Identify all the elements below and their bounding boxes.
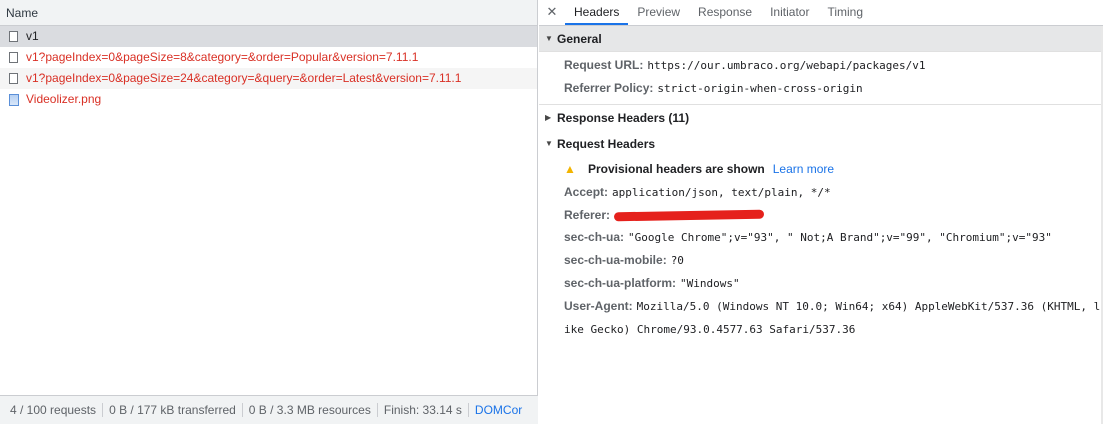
request-row-v1[interactable]: v1 (0, 26, 537, 47)
tab-preview[interactable]: Preview (628, 0, 689, 25)
request-name: Videolizer.png (26, 92, 102, 106)
general-section-title: General (557, 31, 602, 46)
header-key: Referrer Policy: (564, 81, 654, 95)
header-key: sec-ch-ua: (564, 230, 625, 244)
request-headers-toggle[interactable]: ▼ Request Headers (539, 131, 1103, 157)
triangle-right-icon: ▶ (545, 113, 552, 122)
triangle-down-icon: ▼ (545, 139, 553, 148)
sec-ch-ua-mobile-row: sec-ch-ua-mobile: ?0 (539, 249, 1103, 272)
request-details-pane: ✕ Headers Preview Response Initiator Tim… (539, 0, 1103, 424)
warning-text: Provisional headers are shown (588, 162, 765, 176)
provisional-headers-warning: ▲ Provisional headers are shown Learn mo… (539, 157, 1103, 181)
learn-more-link[interactable]: Learn more (773, 157, 834, 181)
document-icon (9, 73, 18, 84)
referrer-policy-row: Referrer Policy: strict-origin-when-cross… (539, 77, 1103, 100)
warning-icon: ▲ (564, 162, 576, 176)
sec-ch-ua-row: sec-ch-ua: "Google Chrome";v="93", " Not;… (539, 226, 1103, 249)
request-name: v1 (26, 29, 39, 43)
response-headers-title: Response Headers (11) (557, 111, 690, 125)
header-value: "Google Chrome";v="93", " Not;A Brand";v… (628, 231, 1052, 244)
general-section-toggle[interactable]: ▼ General (539, 26, 1103, 52)
resources-size: 0 B / 3.3 MB resources (243, 403, 378, 417)
user-agent-continuation: ike Gecko) Chrome/93.0.4577.63 Safari/53… (539, 318, 1103, 341)
header-value: Mozilla/5.0 (Windows NT 10.0; Win64; x64… (636, 300, 1101, 313)
name-column-header[interactable]: Name (0, 0, 537, 26)
request-list-pane: Name v1 v1?pageIndex=0&pageSize=8&catego… (0, 0, 538, 424)
header-value: "Windows" (680, 277, 740, 290)
accept-header-row: Accept: application/json, text/plain, */* (539, 181, 1103, 204)
image-icon (9, 93, 19, 106)
sec-ch-ua-platform-row: sec-ch-ua-platform: "Windows" (539, 272, 1103, 295)
document-icon (9, 31, 18, 42)
tab-initiator[interactable]: Initiator (761, 0, 818, 25)
request-headers-title: Request Headers (557, 137, 656, 151)
redaction-mark (613, 210, 765, 222)
header-value: strict-origin-when-cross-origin (657, 82, 863, 95)
request-name: v1?pageIndex=0&pageSize=8&category=&orde… (26, 50, 419, 64)
tab-timing[interactable]: Timing (818, 0, 872, 25)
request-row-popular[interactable]: v1?pageIndex=0&pageSize=8&category=&orde… (0, 47, 537, 68)
header-key: sec-ch-ua-platform: (564, 276, 677, 290)
request-row-videolizer[interactable]: Videolizer.png (0, 89, 537, 110)
document-icon (9, 52, 18, 63)
request-row-latest[interactable]: v1?pageIndex=0&pageSize=24&category=&que… (0, 68, 537, 89)
domcontentloaded-time: DOMCor (474, 403, 523, 417)
request-name: v1?pageIndex=0&pageSize=24&category=&que… (26, 71, 462, 85)
close-icon[interactable]: ✕ (539, 0, 565, 25)
referer-header-row: Referer: (539, 204, 1103, 226)
header-value: ike Gecko) Chrome/93.0.4577.63 Safari/53… (564, 323, 856, 336)
transferred-size: 0 B / 177 kB transferred (103, 403, 243, 417)
request-count: 4 / 100 requests (0, 403, 104, 417)
request-url-row: Request URL: https://our.umbraco.org/weba… (539, 54, 1103, 77)
header-key: User-Agent: (564, 299, 633, 313)
header-value: application/json, text/plain, */* (612, 186, 831, 199)
finish-time: Finish: 33.14 s (378, 403, 469, 417)
tab-response[interactable]: Response (689, 0, 761, 25)
header-key: Request URL: (564, 58, 644, 72)
triangle-down-icon: ▼ (545, 33, 553, 43)
header-key: Referer: (564, 208, 611, 222)
tab-headers[interactable]: Headers (565, 0, 629, 25)
user-agent-row: User-Agent: Mozilla/5.0 (Windows NT 10.0;… (539, 295, 1103, 318)
details-tabbar: ✕ Headers Preview Response Initiator Tim… (539, 0, 1103, 26)
header-key: Accept: (564, 185, 609, 199)
header-key: sec-ch-ua-mobile: (564, 253, 667, 267)
header-value: https://our.umbraco.org/webapi/packages/… (647, 59, 926, 72)
response-headers-toggle[interactable]: ▶ Response Headers (11) (539, 105, 1103, 131)
network-summary-bar: 4 / 100 requests 0 B / 177 kB transferre… (0, 395, 538, 424)
header-value: ?0 (670, 254, 684, 267)
